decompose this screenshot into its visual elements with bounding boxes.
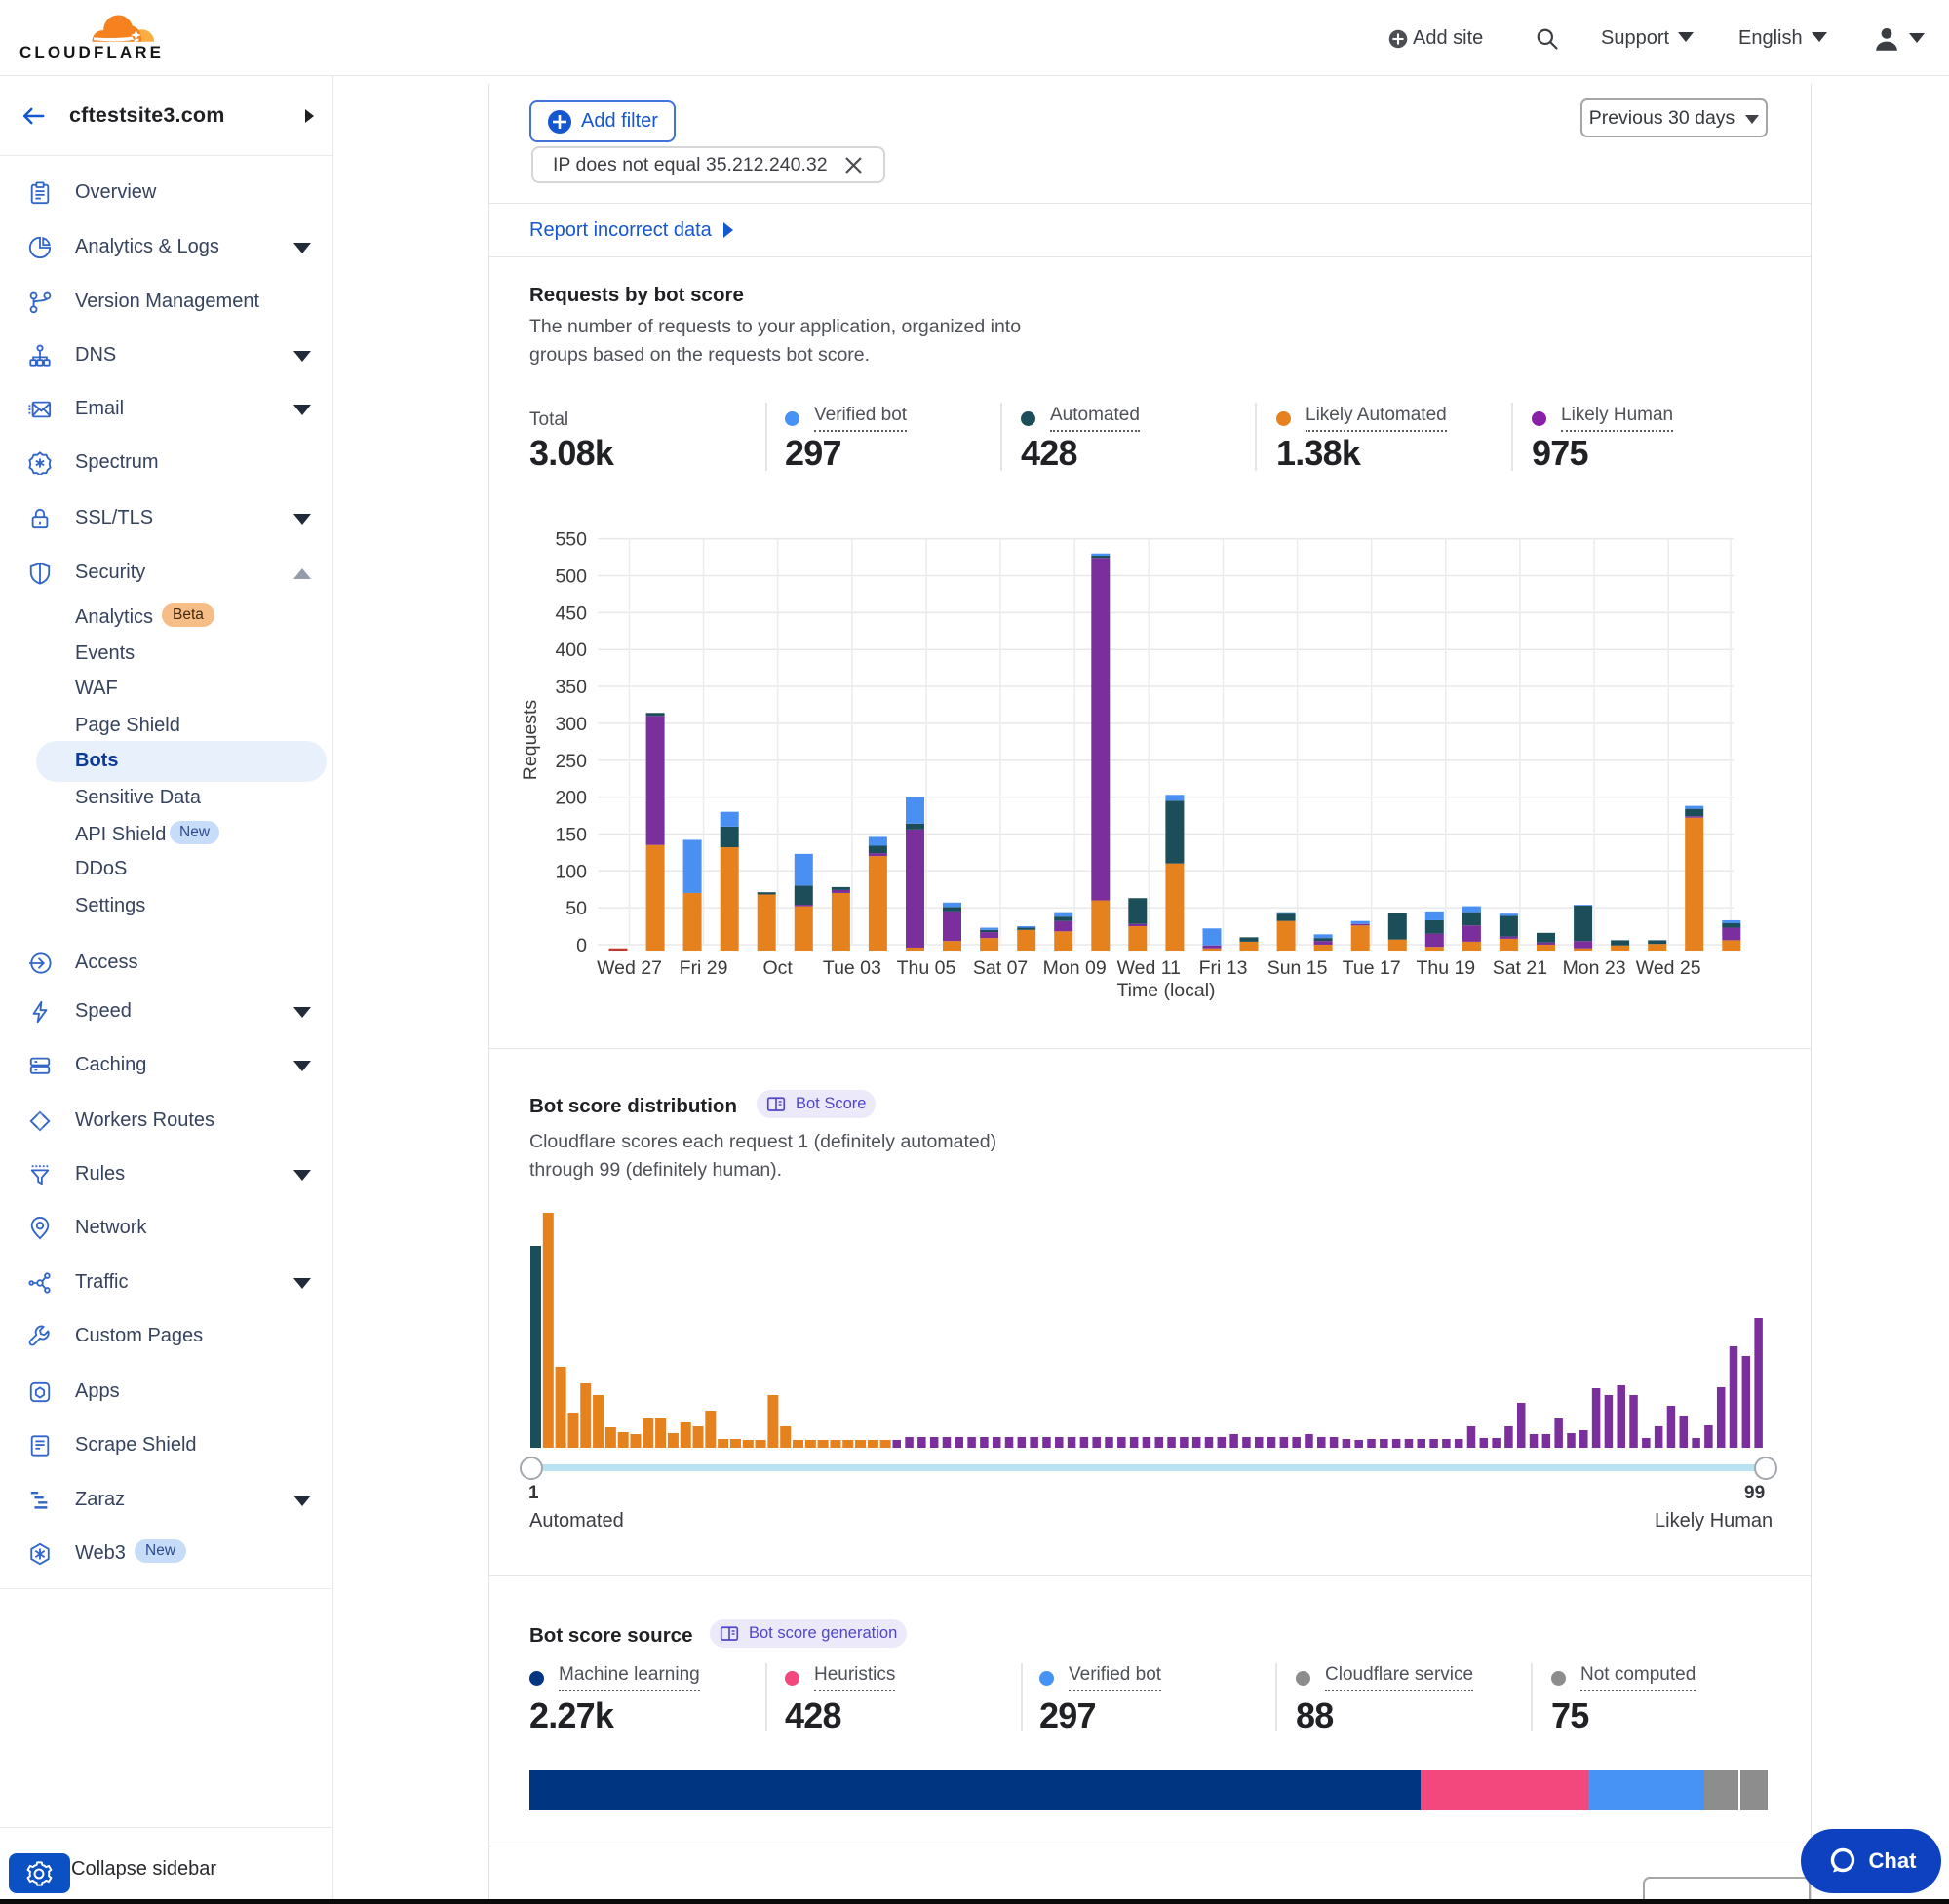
svg-text:Fri 13: Fri 13 <box>1199 957 1248 979</box>
svg-text:Tue 17: Tue 17 <box>1343 957 1401 979</box>
svg-text:Sat 21: Sat 21 <box>1493 957 1547 979</box>
svg-text:Sat 07: Sat 07 <box>973 957 1028 979</box>
svg-text:400: 400 <box>555 640 587 661</box>
svg-text:250: 250 <box>555 751 587 772</box>
svg-text:Time (local): Time (local) <box>1116 980 1215 1001</box>
svg-text:Wed 27: Wed 27 <box>597 957 662 979</box>
svg-text:Sun 15: Sun 15 <box>1267 957 1328 979</box>
svg-text:Wed 25: Wed 25 <box>1636 957 1701 979</box>
svg-text:150: 150 <box>555 825 587 846</box>
svg-text:Thu 05: Thu 05 <box>897 957 956 979</box>
svg-text:300: 300 <box>555 714 587 735</box>
svg-text:200: 200 <box>555 788 587 809</box>
svg-text:Tue 03: Tue 03 <box>823 957 881 979</box>
svg-text:Fri 29: Fri 29 <box>680 957 728 979</box>
svg-text:Mon 09: Mon 09 <box>1043 957 1107 979</box>
svg-text:100: 100 <box>555 861 587 882</box>
svg-text:Oct: Oct <box>763 957 794 979</box>
svg-text:0: 0 <box>576 935 587 956</box>
svg-text:Mon 23: Mon 23 <box>1563 957 1626 979</box>
svg-text:500: 500 <box>555 566 587 588</box>
svg-text:Thu 19: Thu 19 <box>1416 957 1475 979</box>
svg-text:Requests: Requests <box>520 700 541 781</box>
svg-text:Wed 11: Wed 11 <box>1117 957 1181 979</box>
svg-text:50: 50 <box>565 898 587 919</box>
svg-text:350: 350 <box>555 677 587 698</box>
svg-text:450: 450 <box>555 602 587 624</box>
svg-text:550: 550 <box>555 529 587 551</box>
